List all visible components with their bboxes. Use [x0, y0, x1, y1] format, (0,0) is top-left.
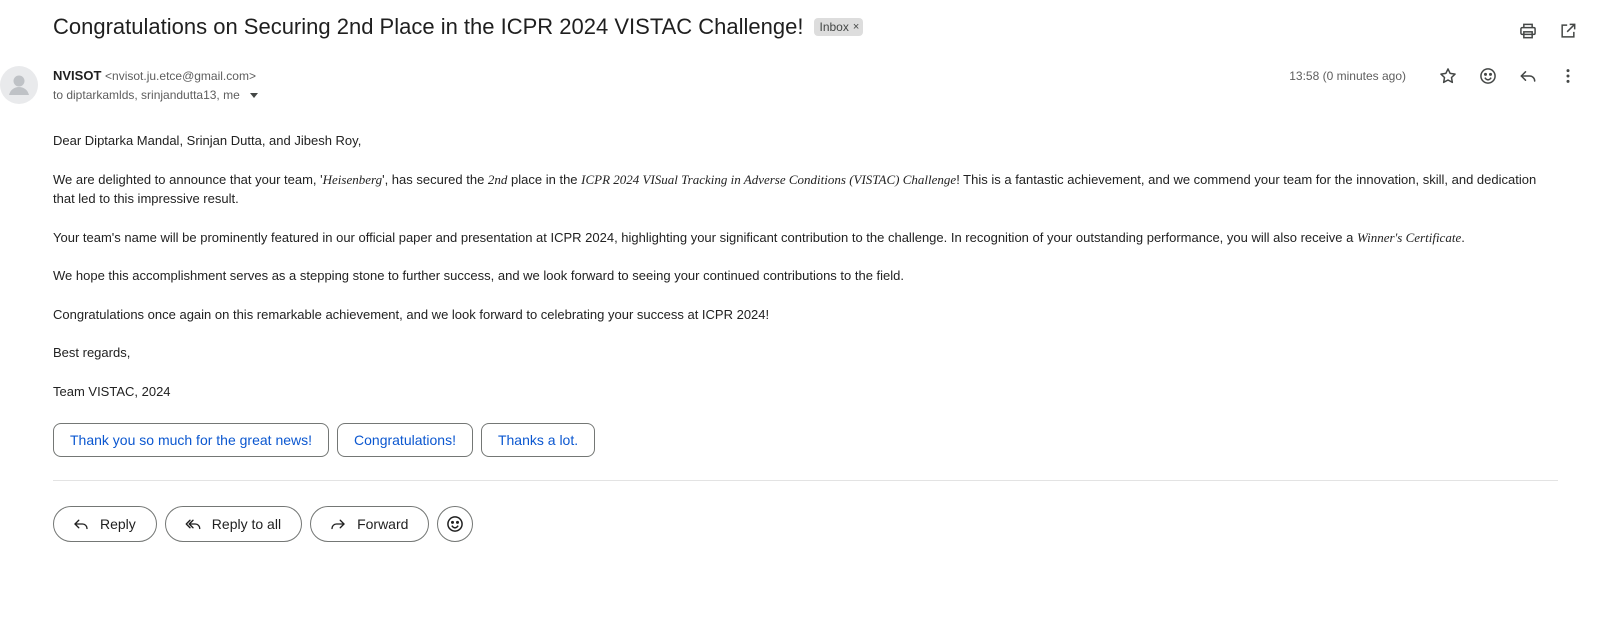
- subject-row: Congratulations on Securing 2nd Place in…: [53, 14, 864, 40]
- smiley-icon: [447, 516, 464, 532]
- paragraph-hope: We hope this accomplishment serves as a …: [53, 268, 905, 283]
- timestamp: 13:58 (0 minutes ago): [1289, 69, 1406, 83]
- smart-reply-button[interactable]: Thank you so much for the great news!: [53, 423, 330, 457]
- closing: Best regards,: [53, 345, 131, 360]
- team-name: Heisenberg: [322, 171, 383, 187]
- reply-label: Reply: [100, 516, 136, 532]
- sender-name[interactable]: NVISOT: [53, 68, 101, 83]
- smart-replies: Thank you so much for the great news! Co…: [53, 423, 596, 457]
- inbox-label-chip[interactable]: Inbox ×: [814, 18, 864, 36]
- reply-all-label: Reply to all: [211, 516, 282, 532]
- certificate-name: Winner's Certificate: [1356, 229, 1462, 245]
- reply-icon: [74, 519, 88, 530]
- divider: [53, 480, 1558, 481]
- forward-button[interactable]: Forward: [310, 506, 430, 542]
- greeting: Dear Diptarka Mandal, Srinjan Dutta, and…: [53, 133, 362, 148]
- paragraph-announcement: We are delighted to announce that your t…: [53, 170, 1553, 209]
- text-span: place in the: [507, 171, 582, 187]
- action-row: Reply Reply to all Forward: [53, 506, 474, 542]
- reply-all-icon: [185, 519, 201, 530]
- challenge-name: ICPR 2024 VISual Tracking in Adverse Con…: [581, 171, 957, 187]
- smart-reply-button[interactable]: Congratulations!: [337, 423, 473, 457]
- emoji-reaction-button[interactable]: [437, 506, 474, 542]
- text-span: .: [1461, 229, 1465, 245]
- paragraph-recognition: Your team's name will be prominently fea…: [53, 228, 1553, 248]
- open-in-new-window-icon[interactable]: [1556, 19, 1580, 43]
- text-span: ', has secured the: [382, 171, 488, 187]
- recipients-text: to diptarkamlds, srinjandutta13, me: [53, 88, 240, 102]
- sender-email: <nvisot.ju.etce@gmail.com>: [105, 69, 256, 83]
- default-avatar-icon: [9, 75, 29, 95]
- add-reaction-smiley-icon[interactable]: [1476, 64, 1500, 88]
- text-span: We are delighted to announce that your t…: [53, 171, 323, 187]
- top-toolbar: [1516, 19, 1580, 43]
- place-text: 2nd: [487, 171, 508, 187]
- sender-avatar[interactable]: [0, 66, 38, 104]
- text-span: Your team's name will be prominently fea…: [53, 229, 1357, 245]
- email-subject: Congratulations on Securing 2nd Place in…: [53, 14, 804, 39]
- inbox-label-text: Inbox: [819, 20, 849, 34]
- reply-all-button[interactable]: Reply to all: [164, 506, 303, 542]
- forward-icon: [331, 519, 345, 530]
- print-icon[interactable]: [1516, 19, 1540, 43]
- recipients-line: to diptarkamlds, srinjandutta13, me: [53, 88, 258, 102]
- forward-label: Forward: [357, 516, 409, 532]
- signature: Team VISTAC, 2024: [53, 383, 171, 399]
- show-details-chevron-down-icon[interactable]: [249, 92, 258, 98]
- message-meta: 13:58 (0 minutes ago): [1289, 64, 1580, 88]
- paragraph-congratulations: Congratulations once again on this remar…: [53, 306, 770, 322]
- reply-icon[interactable]: [1516, 64, 1540, 88]
- more-options-icon[interactable]: [1556, 64, 1580, 88]
- message-body: Dear Diptarka Mandal, Srinjan Dutta, and…: [53, 131, 1553, 420]
- smart-reply-button[interactable]: Thanks a lot.: [480, 423, 596, 457]
- remove-label-icon[interactable]: ×: [853, 21, 859, 33]
- sender-line: NVISOT <nvisot.ju.etce@gmail.com>: [53, 68, 256, 83]
- reply-button[interactable]: Reply: [53, 506, 157, 542]
- star-icon[interactable]: [1436, 64, 1460, 88]
